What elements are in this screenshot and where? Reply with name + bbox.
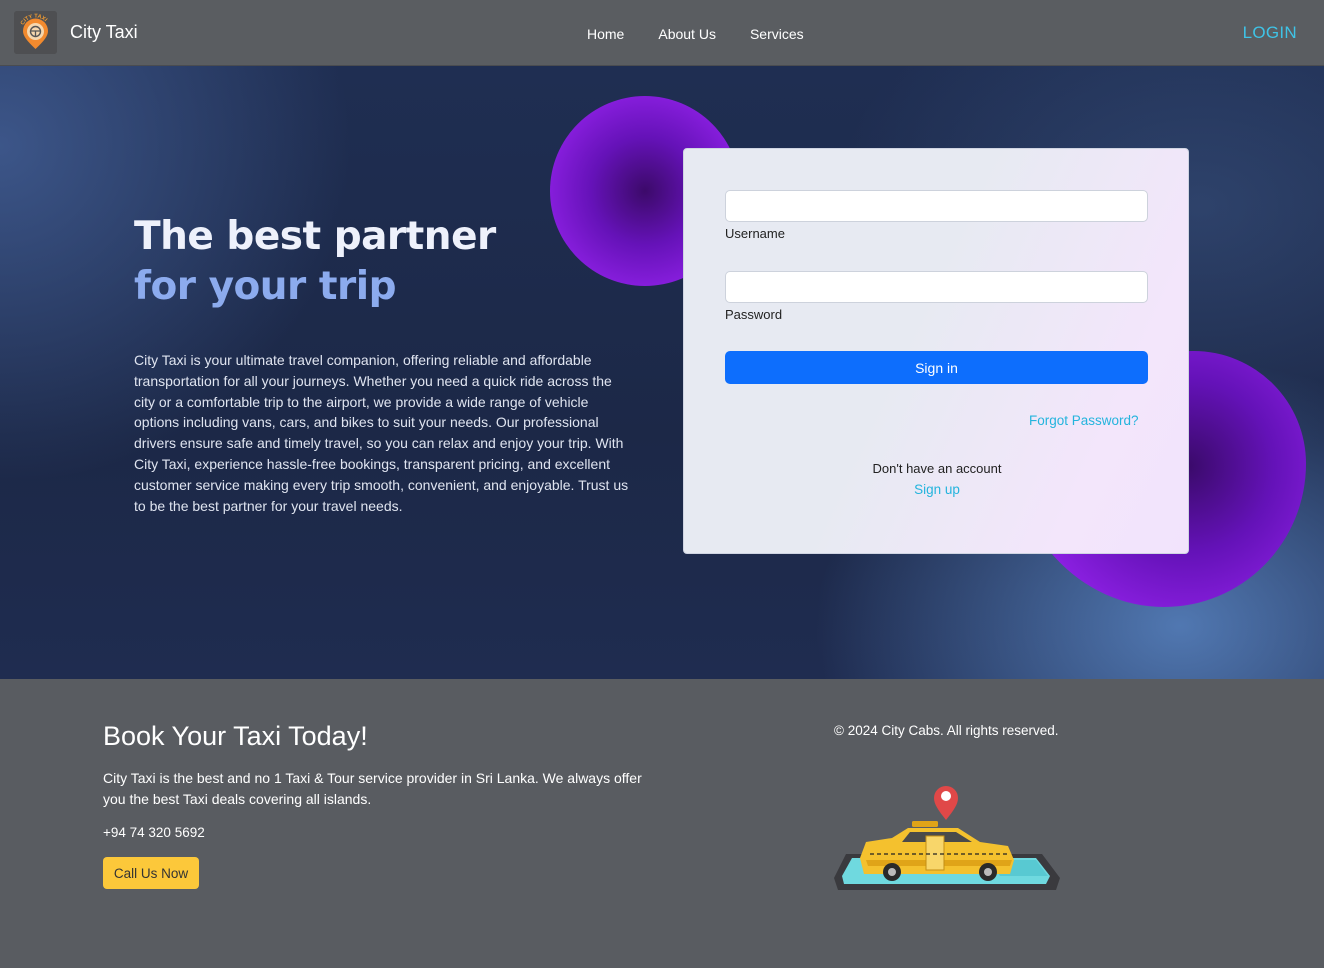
map-pin-icon [934, 786, 958, 820]
footer: Book Your Taxi Today! City Taxi is the b… [0, 679, 1324, 968]
nav-about-us[interactable]: About Us [658, 26, 716, 42]
login-link[interactable]: LOGIN [1243, 23, 1297, 43]
sign-in-button[interactable]: Sign in [725, 351, 1148, 384]
copyright-text: © 2024 City Cabs. All rights reserved. [834, 723, 1059, 738]
footer-description: City Taxi is the best and no 1 Taxi & To… [103, 770, 642, 807]
login-card: Username Password Sign in Forgot Passwor… [683, 148, 1189, 554]
taxi-car-illustration [830, 774, 1064, 900]
nav-home[interactable]: Home [587, 26, 624, 42]
sign-up-link[interactable]: Sign up [684, 482, 1190, 497]
password-label: Password [725, 307, 783, 322]
password-input[interactable] [725, 271, 1148, 303]
nav-links: Home About Us Services [587, 26, 804, 42]
footer-phone: +94 74 320 5692 [103, 825, 205, 840]
username-input[interactable] [725, 190, 1148, 222]
hero-title: The best partner for your trip [134, 212, 496, 312]
no-account-text: Don't have an account [872, 461, 1002, 476]
call-us-now-button[interactable]: Call Us Now [103, 857, 199, 889]
username-label: Username [725, 226, 785, 241]
hero-title-line1: The best partner [134, 214, 496, 259]
nav-services[interactable]: Services [750, 26, 804, 42]
footer-title: Book Your Taxi Today! [103, 721, 368, 751]
hero-title-line2: for your trip [134, 264, 397, 309]
forgot-password-link[interactable]: Forgot Password? [1029, 413, 1139, 428]
brand-name[interactable]: City Taxi [70, 22, 138, 43]
navbar: CITY TAXI City Taxi Home About Us Servic… [0, 0, 1324, 66]
hero-section: The best partner for your trip City Taxi… [0, 66, 1324, 679]
hero-description: City Taxi is your ultimate travel compan… [134, 352, 629, 514]
taxi-logo-icon[interactable]: CITY TAXI [14, 11, 57, 54]
